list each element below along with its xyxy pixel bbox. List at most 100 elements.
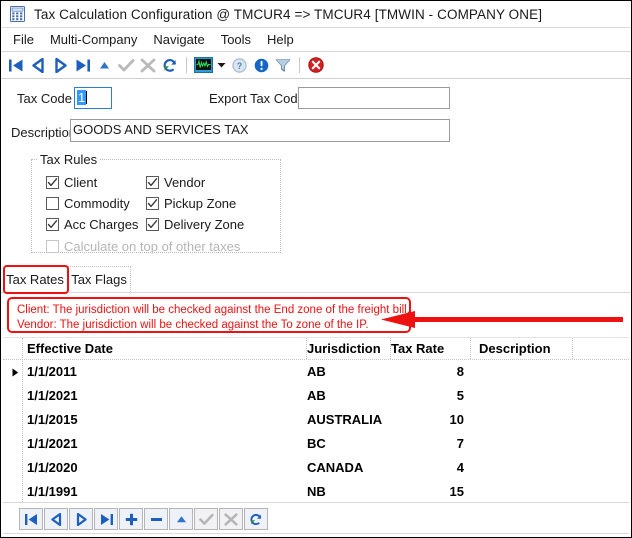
menu-item-navigate[interactable]: Navigate bbox=[145, 30, 212, 49]
annotation-note-line-1: Client: The jurisdiction will be checked… bbox=[17, 303, 401, 318]
nav-last-icon[interactable] bbox=[94, 508, 118, 530]
checkbox-acc-charges[interactable]: Acc Charges bbox=[46, 217, 138, 232]
checkbox-calculate-on-top: Calculate on top of other taxes bbox=[46, 239, 240, 254]
checkbox-commodity-box[interactable] bbox=[46, 197, 59, 210]
grid-column-header-effective-date[interactable]: Effective Date bbox=[23, 338, 307, 359]
cell-description bbox=[479, 432, 573, 456]
grid-column-header-tax-rate[interactable]: Tax Rate bbox=[391, 338, 471, 359]
cell-description bbox=[479, 456, 573, 480]
nav-edit-icon[interactable] bbox=[169, 508, 193, 530]
checkbox-delivery-zone-box[interactable] bbox=[146, 218, 159, 231]
nav-next-icon[interactable] bbox=[69, 508, 93, 530]
tax-code-value: 1 bbox=[77, 90, 86, 105]
checkbox-pickup-zone-box[interactable] bbox=[146, 197, 159, 210]
table-row[interactable]: 1/1/2020 CANADA 4 bbox=[3, 456, 629, 480]
post-edit-icon bbox=[115, 54, 137, 76]
previous-record-icon[interactable] bbox=[27, 54, 49, 76]
cell-tax-rate: 4 bbox=[391, 456, 464, 480]
description-input[interactable]: GOODS AND SERVICES TAX bbox=[70, 119, 450, 142]
menu-bar: File Multi-Company Navigate Tools Help bbox=[1, 28, 631, 52]
export-tax-code-label: Export Tax Code bbox=[209, 91, 305, 106]
menu-item-file[interactable]: File bbox=[5, 30, 42, 49]
checkbox-vendor[interactable]: Vendor bbox=[146, 175, 205, 190]
menu-item-tools[interactable]: Tools bbox=[213, 30, 259, 49]
cell-tax-rate: 5 bbox=[391, 384, 464, 408]
checkbox-client[interactable]: Client bbox=[46, 175, 97, 190]
toolbar: ? bbox=[1, 52, 631, 79]
tax-code-input[interactable]: 1 bbox=[74, 87, 112, 109]
checkbox-calculate-on-top-box bbox=[46, 240, 59, 253]
cell-jurisdiction: NB bbox=[307, 480, 391, 502]
tab-tax-rates[interactable]: Tax Rates bbox=[3, 266, 67, 292]
checkbox-acc-charges-label: Acc Charges bbox=[64, 217, 138, 232]
tax-rules-title: Tax Rules bbox=[37, 152, 100, 167]
checkbox-calculate-on-top-label: Calculate on top of other taxes bbox=[64, 239, 240, 254]
dropdown-caret-icon[interactable] bbox=[214, 54, 228, 76]
refresh-icon[interactable] bbox=[159, 54, 181, 76]
cell-tax-rate: 7 bbox=[391, 432, 464, 456]
tab-strip: Tax Rates Tax Flags bbox=[3, 266, 629, 293]
title-bar: Tax Calculation Configuration @ TMCUR4 =… bbox=[1, 1, 631, 28]
checkbox-client-label: Client bbox=[64, 175, 97, 190]
filter-icon[interactable] bbox=[272, 54, 294, 76]
checkbox-pickup-zone[interactable]: Pickup Zone bbox=[146, 196, 236, 211]
svg-text:?: ? bbox=[236, 61, 242, 71]
annotation-note-box: Client: The jurisdiction will be checked… bbox=[7, 297, 411, 333]
last-record-icon[interactable] bbox=[71, 54, 93, 76]
grid-column-header-jurisdiction[interactable]: Jurisdiction bbox=[307, 338, 391, 359]
first-record-icon[interactable] bbox=[5, 54, 27, 76]
info-icon[interactable] bbox=[250, 54, 272, 76]
cell-description bbox=[479, 360, 573, 384]
cancel-edit-icon bbox=[137, 54, 159, 76]
cell-description bbox=[479, 384, 573, 408]
tab-tax-flags[interactable]: Tax Flags bbox=[67, 266, 131, 292]
nav-first-icon[interactable] bbox=[19, 508, 43, 530]
nav-post-icon bbox=[194, 508, 218, 530]
nav-refresh-icon[interactable] bbox=[244, 508, 268, 530]
nav-prev-icon[interactable] bbox=[44, 508, 68, 530]
table-row[interactable]: 1/1/1991 NB 15 bbox=[3, 480, 629, 502]
checkbox-vendor-label: Vendor bbox=[164, 175, 205, 190]
calculator-icon bbox=[10, 6, 25, 22]
cell-jurisdiction: AB bbox=[307, 384, 391, 408]
application-window: Tax Calculation Configuration @ TMCUR4 =… bbox=[0, 0, 632, 538]
checkbox-vendor-box[interactable] bbox=[146, 176, 159, 189]
cell-tax-rate: 15 bbox=[391, 480, 464, 502]
cell-effective-date: 1/1/2021 bbox=[27, 432, 307, 456]
checkbox-acc-charges-box[interactable] bbox=[46, 218, 59, 231]
table-row[interactable]: 1/1/2015 AUSTRALIA 10 bbox=[3, 408, 629, 432]
description-label: Description bbox=[11, 125, 76, 140]
checkbox-delivery-zone[interactable]: Delivery Zone bbox=[146, 217, 244, 232]
tax-rates-grid[interactable]: Effective Date Jurisdiction Tax Rate Des… bbox=[3, 337, 629, 502]
export-tax-code-input[interactable] bbox=[298, 87, 450, 109]
table-row[interactable]: 1/1/2021 AB 5 bbox=[3, 384, 629, 408]
table-row[interactable]: 1/1/2011 AB 8 bbox=[3, 360, 629, 384]
cell-effective-date: 1/1/2011 bbox=[27, 360, 307, 384]
nav-delete-icon[interactable] bbox=[144, 508, 168, 530]
checkbox-delivery-zone-label: Delivery Zone bbox=[164, 217, 244, 232]
cell-jurisdiction: AUSTRALIA bbox=[307, 408, 391, 432]
cell-jurisdiction: BC bbox=[307, 432, 391, 456]
row-selection-indicator bbox=[9, 360, 21, 384]
table-row[interactable]: 1/1/2021 BC 7 bbox=[3, 432, 629, 456]
monitor-icon[interactable] bbox=[192, 54, 214, 76]
menu-item-multi-company[interactable]: Multi-Company bbox=[42, 30, 145, 49]
next-record-icon[interactable] bbox=[49, 54, 71, 76]
cell-effective-date: 1/1/1991 bbox=[27, 480, 307, 502]
tab-underline bbox=[1, 292, 631, 293]
cell-description bbox=[479, 408, 573, 432]
checkbox-commodity[interactable]: Commodity bbox=[46, 196, 130, 211]
grid-column-header-description[interactable]: Description bbox=[471, 338, 573, 359]
checkbox-pickup-zone-label: Pickup Zone bbox=[164, 196, 236, 211]
cell-effective-date: 1/1/2015 bbox=[27, 408, 307, 432]
toolbar-separator-2 bbox=[299, 57, 300, 73]
close-icon[interactable] bbox=[305, 54, 327, 76]
annotation-note-line-2: Vendor: The jurisdiction will be checked… bbox=[17, 318, 401, 333]
checkbox-commodity-label: Commodity bbox=[64, 196, 130, 211]
cell-tax-rate: 8 bbox=[391, 360, 464, 384]
insert-record-icon[interactable] bbox=[93, 54, 115, 76]
menu-item-help[interactable]: Help bbox=[259, 30, 302, 49]
checkbox-client-box[interactable] bbox=[46, 176, 59, 189]
nav-add-icon[interactable] bbox=[119, 508, 143, 530]
window-title: Tax Calculation Configuration @ TMCUR4 =… bbox=[34, 7, 542, 22]
